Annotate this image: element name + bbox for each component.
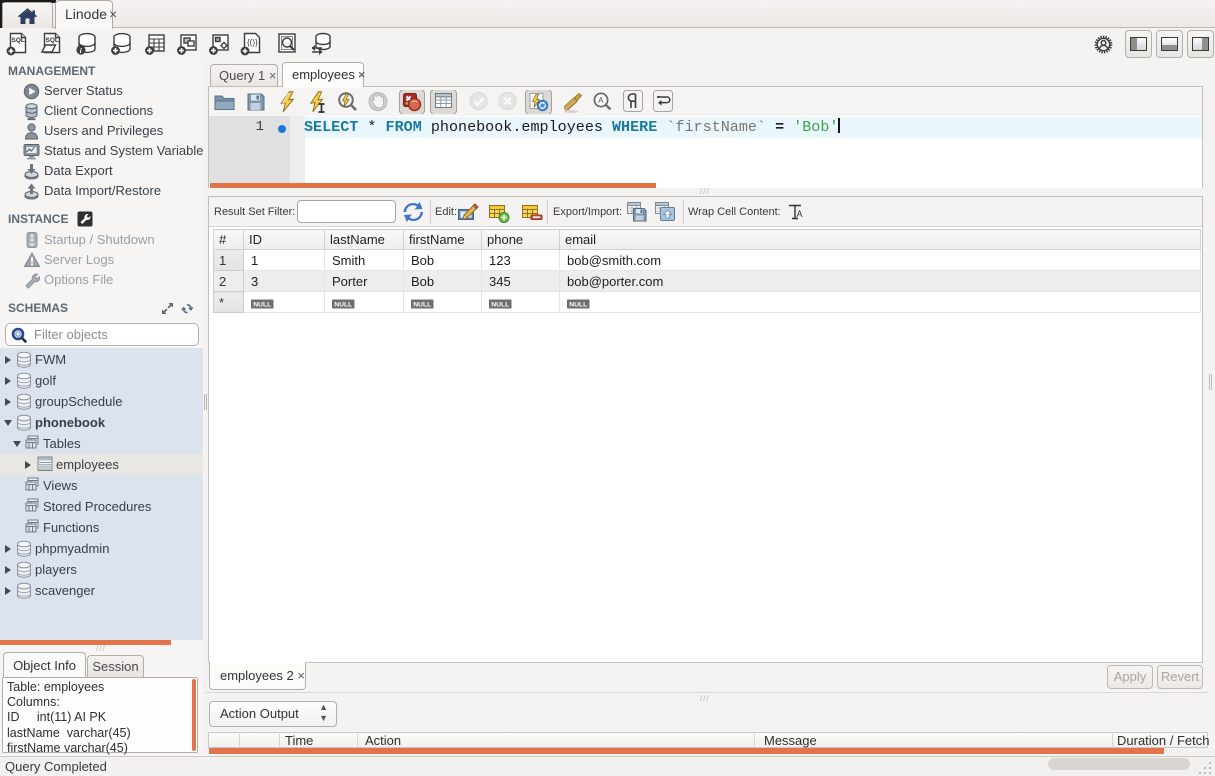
svg-text:A: A	[598, 96, 604, 105]
svg-text:{()}: {()}	[247, 38, 258, 47]
svg-text:SQL: SQL	[12, 37, 25, 44]
svg-text:SQL: SQL	[46, 37, 59, 44]
svg-text:A: A	[797, 209, 803, 219]
